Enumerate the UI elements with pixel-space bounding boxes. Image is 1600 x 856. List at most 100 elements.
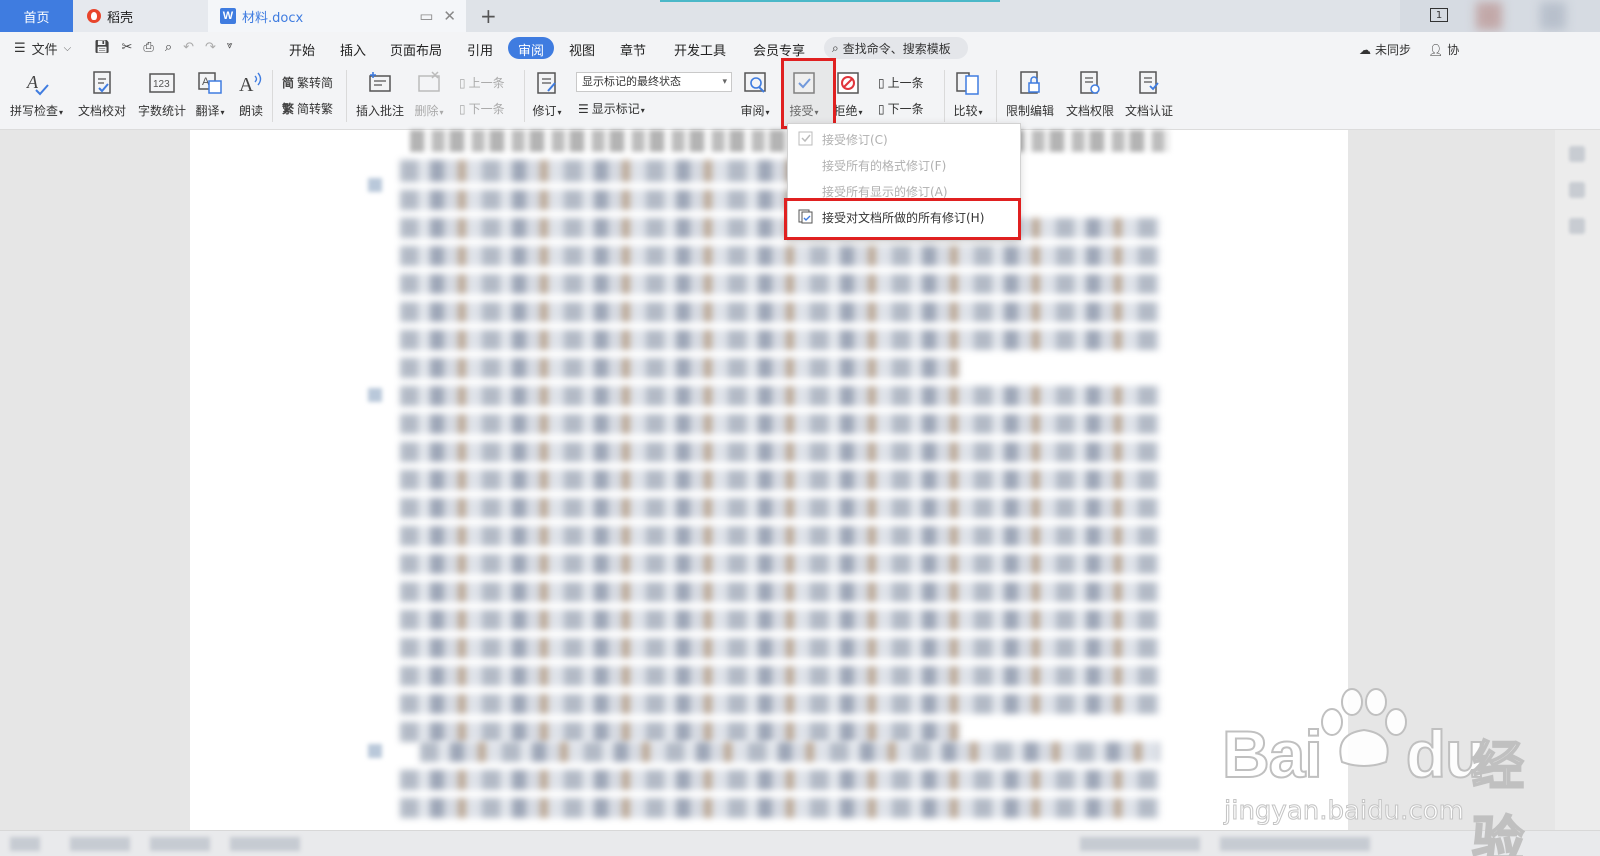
proofread-label: 文档校对 [78,104,127,118]
close-tab-icon[interactable]: ✕ [443,7,456,25]
page-status[interactable] [10,837,40,851]
restrict-edit-label: 限制编辑 [1006,104,1055,118]
reject-button[interactable]: 拒绝 [833,68,863,119]
track-changes-button[interactable]: 修订 [532,68,562,119]
menu-review[interactable]: 审阅 [508,37,555,59]
tab-document[interactable]: W 材料.docx ▭ ✕ [208,0,466,32]
blurred-text-line [400,498,1160,518]
accept-format-changes-item[interactable]: 接受所有的格式修订(F) [788,152,1020,178]
doc-permission-button[interactable]: 文档权限 [1066,68,1114,119]
ribbon-separator [346,70,347,122]
menu-view[interactable]: 视图 [569,40,595,59]
word-status[interactable] [70,837,130,851]
next-change-button[interactable]: ▯ 下一条 [878,100,924,117]
page-indicator-icon[interactable]: 1 [1430,8,1448,22]
cloud-icon: ☁ [1359,42,1371,57]
blurred-text-line [400,582,1160,602]
collaborate-button[interactable]: 👤︎ 协 [1428,41,1459,58]
new-tab-button[interactable]: + [480,4,497,28]
view-mode-buttons[interactable] [1080,837,1200,851]
simp-trad-icon: 繁 [282,102,295,116]
menu-page-layout[interactable]: 页面布局 [390,40,442,59]
chevron-down-icon: ⌵ [63,43,72,54]
insert-comment-button[interactable]: 插入批注 [356,68,404,119]
compare-button[interactable]: 比较 [953,68,983,119]
track-changes-icon [532,68,562,98]
markup-mode-select[interactable]: 显示标记的最终状态 [576,72,732,92]
trad-to-simp-button[interactable]: 简 繁转简 [282,74,333,91]
prev-comment-button[interactable]: ▯ 上一条 [459,74,505,91]
wordcount-label: 字数统计 [138,104,187,118]
command-search-label: 查找命令、搜索模板 [842,41,951,56]
accept-change-item[interactable]: 接受修订(C) [788,126,1020,152]
menu-insert[interactable]: 插入 [340,40,366,59]
tab-home-label: 首页 [23,10,50,26]
pin-window-icon[interactable]: ▭ [419,7,433,25]
simp-to-trad-label: 简转繁 [297,102,334,116]
side-panel-icon[interactable] [1569,182,1585,198]
spell-status[interactable] [150,837,210,851]
insert-comment-label: 插入批注 [356,104,405,118]
delete-comment-icon [414,68,444,98]
prev-change-button[interactable]: ▯ 上一条 [878,74,924,91]
menu-member[interactable]: 会员专享 [753,40,805,59]
next-change-label: 下一条 [887,102,924,116]
command-search[interactable]: ⌕ 查找命令、搜索模板 [824,37,968,59]
side-panel-icon[interactable] [1569,146,1585,162]
baidu-watermark: Bai du 经验 jingyan.baidu.com [1221,680,1562,856]
doc-status[interactable] [230,837,300,851]
blurred-text-line [400,442,1160,462]
simp-to-trad-button[interactable]: 繁 简转繁 [282,100,333,117]
sync-status[interactable]: ☁ 未同步 [1359,41,1411,58]
doc-cert-button[interactable]: 文档认证 [1125,68,1173,119]
wordcount-icon: 123 [147,68,177,98]
save-icon[interactable]: 💾︎ [94,40,111,55]
user-avatar[interactable] [1476,2,1502,30]
blurred-text-line [400,694,1160,714]
tab-home[interactable]: 首页 [0,0,73,32]
accept-shown-changes-label: 接受所有显示的修订(A) [822,184,948,199]
menu-dev-tools[interactable]: 开发工具 [674,40,726,59]
proofread-button[interactable]: 文档校对 [78,68,126,119]
paragraph-marker [368,178,382,192]
paragraph-marker [368,744,382,758]
zoom-slider[interactable] [1220,837,1370,851]
menu-references[interactable]: 引用 [467,40,493,59]
menu-chapter[interactable]: 章节 [620,40,646,59]
next-change-icon: ▯ [878,101,885,116]
svg-text:A: A [239,74,254,96]
undo-icon[interactable]: ↶ [183,40,194,55]
read-aloud-label: 朗读 [238,104,263,118]
tab-daoke-label: 稻壳 [107,10,134,26]
customize-toolbar-icon[interactable]: ⩔ [227,40,233,55]
redo-icon[interactable]: ↷ [205,40,216,55]
print-icon[interactable]: ⎙ [143,40,153,55]
format-painter-icon[interactable]: ✂︎ [122,40,133,55]
menu-start[interactable]: 开始 [289,40,315,59]
compare-icon [953,68,983,98]
blurred-text-line [400,386,1160,406]
ribbon-separator [524,70,525,122]
window-button[interactable] [1540,2,1566,30]
spellcheck-button[interactable]: A 拼写检查 [10,68,63,119]
read-aloud-button[interactable]: A 朗读 [236,68,266,119]
tab-daoke[interactable]: 稻壳 [73,0,208,32]
lock-icon [1015,68,1045,98]
window-controls: 1 [1400,0,1600,32]
file-menu[interactable]: ☰ 文件 ⌵ [14,39,71,58]
hamburger-icon: ☰ [14,41,26,56]
wordcount-button[interactable]: 123 字数统计 [138,68,186,119]
blurred-text-line [400,770,1160,790]
compare-label: 比较 [953,102,982,119]
restrict-edit-button[interactable]: 限制编辑 [1006,68,1054,119]
side-panel-icon[interactable] [1569,218,1585,234]
next-comment-label: 下一条 [468,102,505,116]
show-markup-button[interactable]: ☰ 显示标记 [578,100,645,117]
print-preview-icon[interactable]: ⌕ [165,40,172,55]
review-pane-button[interactable]: 审阅 [740,68,770,119]
document-page[interactable] [190,130,1348,830]
translate-button[interactable]: A 翻译 [195,68,225,119]
next-comment-button[interactable]: ▯ 下一条 [459,100,505,117]
delete-comment-button[interactable]: 删除 [414,68,444,119]
review-pane-icon [740,68,770,98]
